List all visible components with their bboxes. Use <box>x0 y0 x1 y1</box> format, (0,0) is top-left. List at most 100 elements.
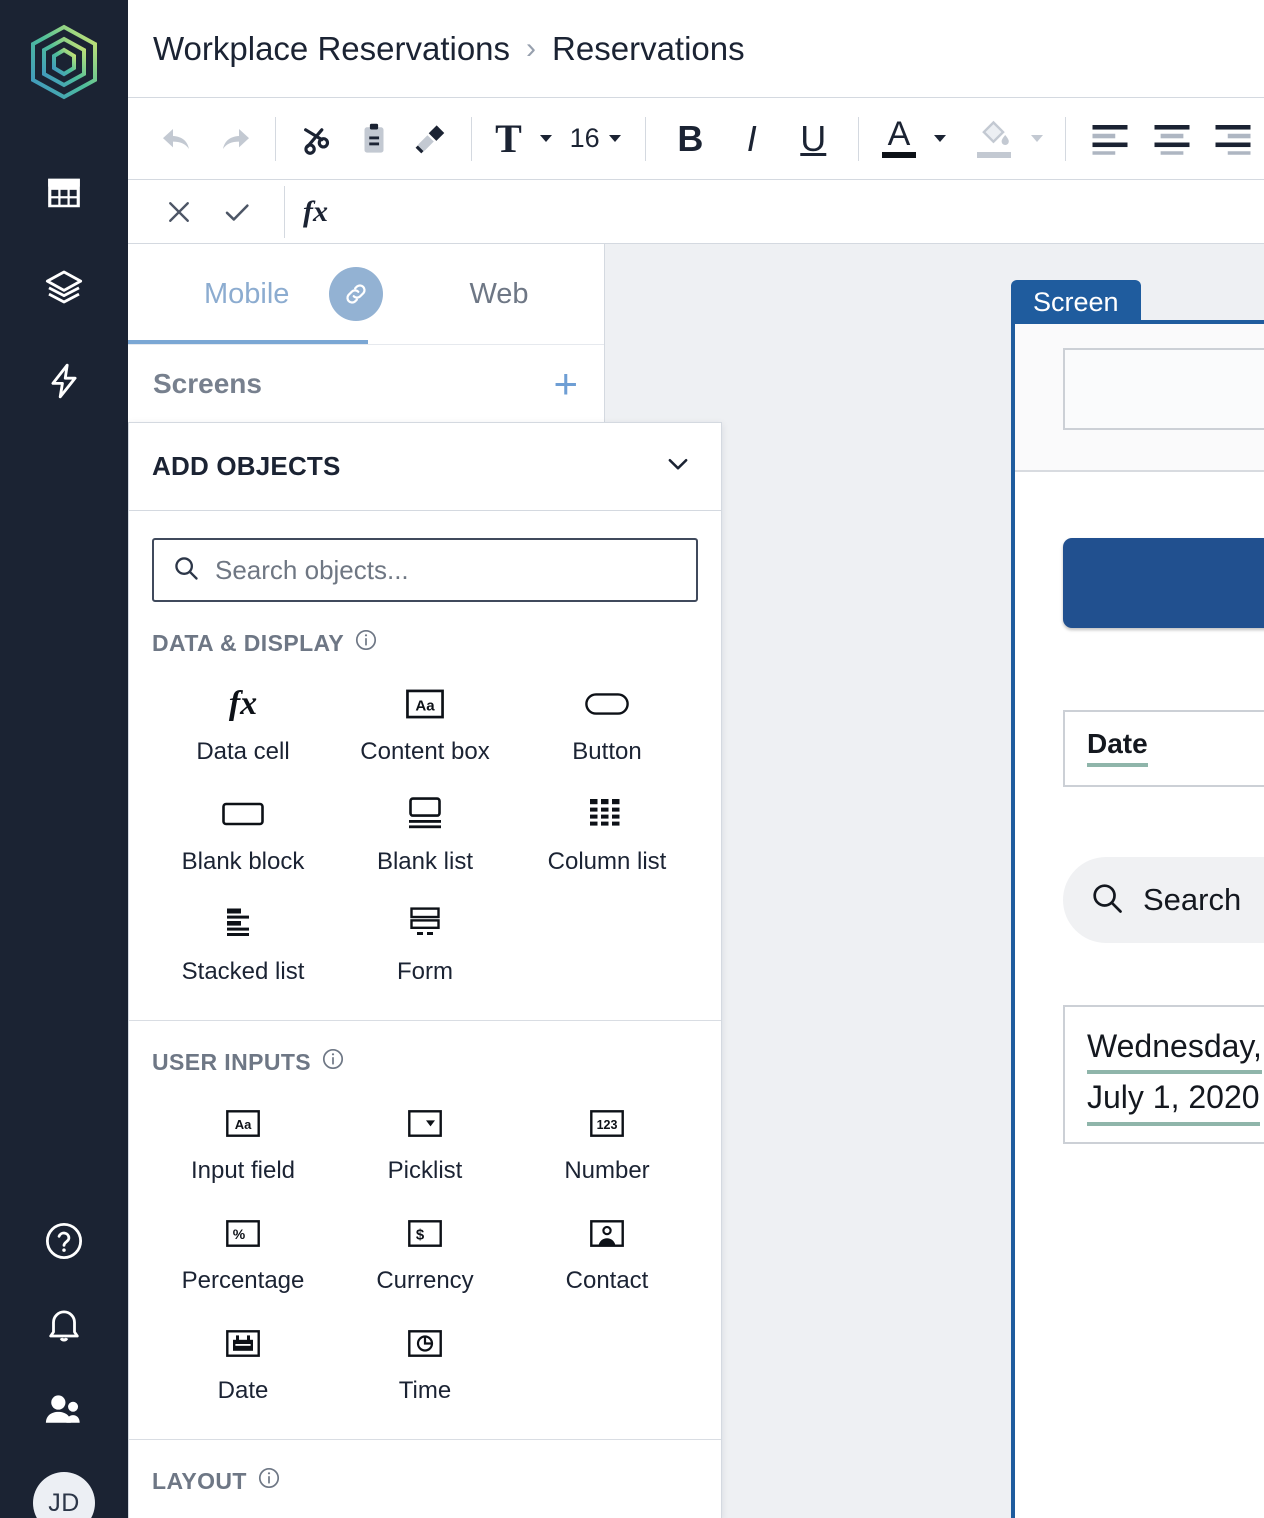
phone-search-placeholder: Search <box>1143 882 1241 918</box>
formula-bar: fx <box>128 180 1264 244</box>
font-size-value[interactable]: 16 <box>570 123 600 154</box>
phone-preview: Date Search Wednesday, July 1, 2020 <box>1011 320 1264 1518</box>
tab-mobile[interactable]: Mobile <box>204 278 289 311</box>
blank-list-icon <box>405 794 445 834</box>
fx-label[interactable]: fx <box>303 195 328 229</box>
breadcrumb-root[interactable]: Workplace Reservations <box>153 30 510 68</box>
help-circle-icon[interactable] <box>43 1220 85 1262</box>
section-title: USER INPUTS <box>152 1049 311 1076</box>
bell-icon[interactable] <box>43 1304 85 1346</box>
sidebar-item-automation[interactable] <box>43 360 85 402</box>
object-contact[interactable]: Contact <box>516 1201 698 1311</box>
add-screen-button[interactable]: + <box>553 363 578 405</box>
search-objects-field[interactable] <box>152 538 698 602</box>
italic-button[interactable]: I <box>721 118 782 160</box>
font-color-button[interactable]: A <box>873 119 925 159</box>
currency-dollar-icon: $ <box>408 1213 442 1253</box>
object-button[interactable]: Button <box>516 672 698 782</box>
people-icon[interactable] <box>43 1388 85 1430</box>
object-time[interactable]: Time <box>334 1311 516 1421</box>
phone-header-block[interactable] <box>1063 348 1264 430</box>
align-left-icon[interactable] <box>1080 122 1141 156</box>
tab-web[interactable]: Web <box>469 278 528 311</box>
phone-search-field[interactable]: Search <box>1063 857 1264 943</box>
object-stacked-list[interactable]: Stacked list <box>152 892 334 1002</box>
left-nav-rail: JD <box>0 0 128 1518</box>
breadcrumb-separator-icon: › <box>526 32 536 66</box>
sidebar-item-data-tables[interactable] <box>43 172 85 214</box>
phone-date-value-field[interactable]: Wednesday, July 1, 2020 <box>1063 1005 1264 1144</box>
object-currency[interactable]: $ Currency <box>334 1201 516 1311</box>
section-title: DATA & DISPLAY <box>152 630 344 657</box>
object-form[interactable]: Form <box>334 892 516 1002</box>
object-content-box[interactable]: Aa Content box <box>334 672 516 782</box>
font-color-chevron-down-icon[interactable] <box>934 135 946 142</box>
object-blank-block[interactable]: Blank block <box>152 782 334 892</box>
object-input-field[interactable]: Aa Input field <box>152 1091 334 1201</box>
font-family-chevron-down-icon[interactable] <box>540 135 552 142</box>
search-icon <box>172 554 200 587</box>
info-circle-icon[interactable] <box>257 1466 281 1496</box>
percent-icon: % <box>226 1213 260 1253</box>
object-column-list[interactable]: Column list <box>516 782 698 892</box>
object-label: Stacked list <box>182 958 305 986</box>
data-display-grid: fx Data cell Aa Content box Button <box>152 672 698 1002</box>
breadcrumb: Workplace Reservations › Reservations <box>153 30 745 68</box>
object-data-cell[interactable]: fx Data cell <box>152 672 334 782</box>
section-label-data-display: DATA & DISPLAY <box>152 628 698 658</box>
phone-primary-button[interactable] <box>1063 538 1264 628</box>
underline-button[interactable]: U <box>783 118 844 160</box>
app-root: JD Workplace Reservations › Reservations <box>0 0 1264 1518</box>
avatar[interactable]: JD <box>33 1472 95 1518</box>
picklist-icon <box>408 1103 442 1143</box>
phone-date-label: Date <box>1087 728 1148 767</box>
platform-tabs: Mobile Web <box>128 244 604 344</box>
bold-button[interactable]: B <box>660 118 721 160</box>
align-right-icon[interactable] <box>1202 122 1263 156</box>
active-tab-indicator <box>128 340 368 344</box>
object-container[interactable] <box>334 1510 516 1518</box>
phone-date-line-2: July 1, 2020 <box>1087 1074 1260 1125</box>
undo-arrow-icon[interactable] <box>150 119 206 159</box>
object-label: Number <box>564 1157 649 1185</box>
layout-grid <box>152 1510 698 1518</box>
fill-color-chevron-down-icon[interactable] <box>1031 135 1043 142</box>
object-spacer[interactable] <box>152 1510 334 1518</box>
info-circle-icon[interactable] <box>354 628 378 658</box>
hexagon-logo[interactable] <box>24 22 104 102</box>
object-percentage[interactable]: % Percentage <box>152 1201 334 1311</box>
screens-label: Screens <box>153 368 262 400</box>
check-icon[interactable] <box>208 196 266 228</box>
text-T-icon[interactable]: T <box>486 115 530 162</box>
object-label: Button <box>572 738 641 766</box>
font-color-swatch <box>882 152 916 158</box>
align-center-icon[interactable] <box>1141 122 1202 156</box>
redo-arrow-icon[interactable] <box>206 119 262 159</box>
font-size-chevron-down-icon[interactable] <box>609 135 621 142</box>
link-chain-icon[interactable] <box>329 267 383 321</box>
screens-row: Screens + <box>128 344 604 423</box>
object-label: Input field <box>191 1157 295 1185</box>
phone-date-label-field[interactable]: Date <box>1063 710 1264 787</box>
phone-date-line-1: Wednesday, <box>1087 1023 1262 1074</box>
paint-bucket-icon[interactable] <box>966 119 1022 158</box>
x-icon[interactable] <box>150 197 208 227</box>
object-blank-list[interactable]: Blank list <box>334 782 516 892</box>
layout-grid-spacer <box>516 1510 698 1518</box>
object-number[interactable]: 123 Number <box>516 1091 698 1201</box>
object-label: Form <box>397 958 453 986</box>
sidebar-item-layers[interactable] <box>43 266 85 308</box>
scissors-icon[interactable] <box>290 120 346 158</box>
chevron-down-icon[interactable] <box>663 449 693 484</box>
section-divider <box>129 1020 721 1021</box>
search-input[interactable] <box>215 555 645 586</box>
paint-brush-icon[interactable] <box>402 120 458 158</box>
input-field-icon: Aa <box>226 1103 260 1143</box>
object-picklist[interactable]: Picklist <box>334 1091 516 1201</box>
clipboard-icon[interactable] <box>346 120 402 158</box>
info-circle-icon[interactable] <box>321 1047 345 1077</box>
add-objects-header[interactable]: ADD OBJECTS <box>129 423 721 511</box>
rail-icon-group <box>43 172 85 402</box>
contact-person-icon <box>590 1213 624 1253</box>
object-date[interactable]: Date <box>152 1311 334 1421</box>
